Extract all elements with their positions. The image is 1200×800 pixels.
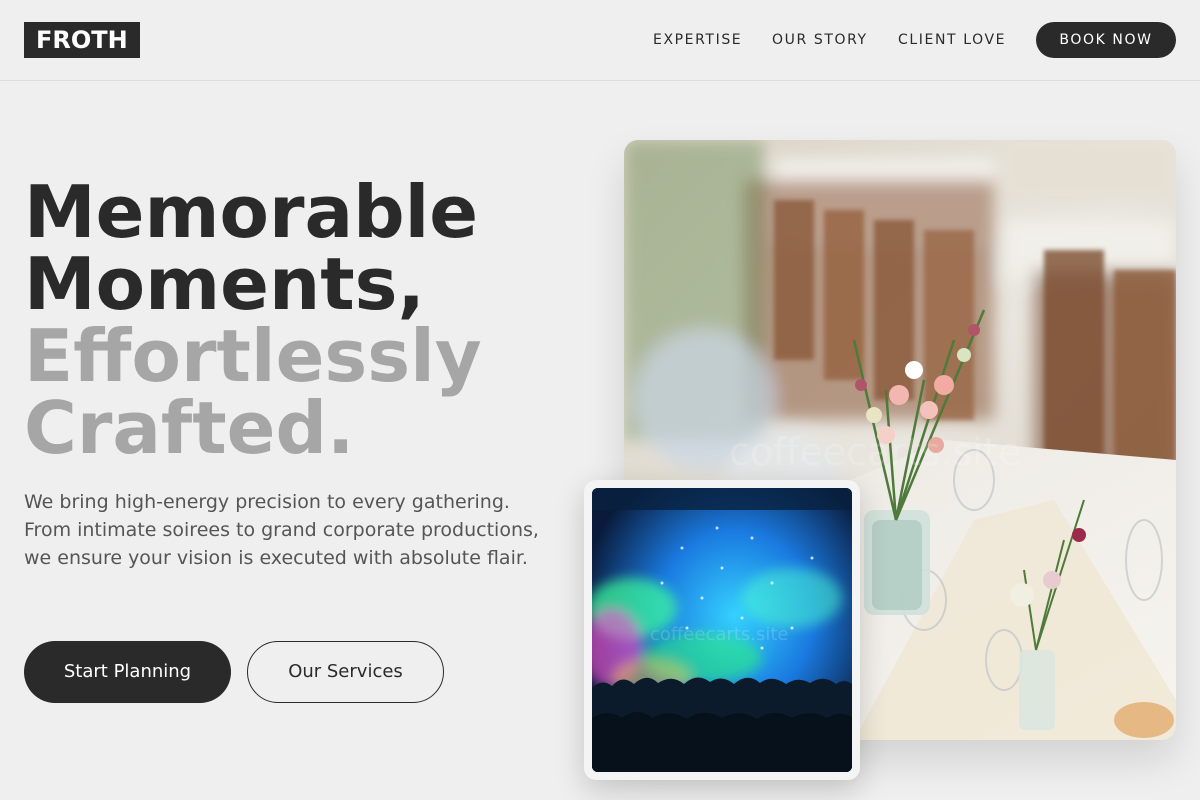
inset-image-watermark: coffeecarts.site [650, 624, 788, 645]
site-header: FROTH EXPERTISE OUR STORY CLIENT LOVE BO… [0, 0, 1200, 81]
headline-line-4: Crafted. [24, 386, 355, 470]
brand-logo[interactable]: FROTH [24, 22, 140, 58]
start-planning-button[interactable]: Start Planning [24, 641, 231, 703]
book-now-button[interactable]: BOOK NOW [1036, 22, 1176, 58]
headline-line-1: Memorable [24, 170, 479, 254]
concert-crowd-photo: coffeecarts.site [592, 488, 852, 772]
hero-headline: Memorable Moments, Effortlessly Crafted. [24, 176, 584, 464]
hero-description: We bring high-energy precision to every … [24, 491, 539, 569]
concert-photo-card: coffeecarts.site [584, 480, 860, 780]
nav-link-expertise[interactable]: EXPERTISE [653, 32, 742, 48]
nav-link-client-love[interactable]: CLIENT LOVE [898, 32, 1006, 48]
headline-line-3: Effortlessly [24, 314, 482, 398]
our-services-button[interactable]: Our Services [247, 641, 444, 703]
headline-line-2: Moments, [24, 242, 425, 326]
nav-link-our-story[interactable]: OUR STORY [772, 32, 868, 48]
main-image-watermark: coffeecarts.site [729, 430, 1021, 474]
